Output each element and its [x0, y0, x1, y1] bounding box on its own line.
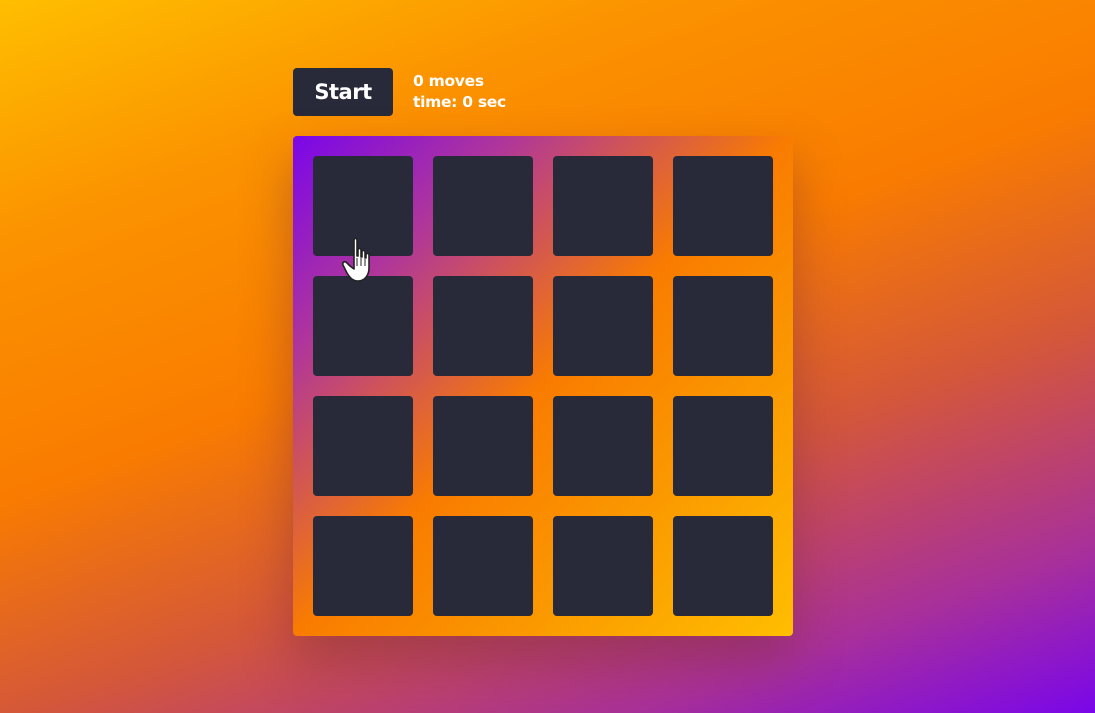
card-2[interactable] — [433, 156, 533, 256]
card-5[interactable] — [313, 276, 413, 376]
card-10[interactable] — [433, 396, 533, 496]
game-board — [293, 136, 793, 636]
moves-counter: 0 moves — [413, 71, 506, 92]
time-label: time: — [413, 93, 458, 111]
card-12[interactable] — [673, 396, 773, 496]
moves-count: 0 — [413, 72, 424, 90]
game-stats: 0 moves time: 0 sec — [413, 71, 506, 113]
time-unit: sec — [477, 93, 506, 111]
moves-label: moves — [428, 72, 484, 90]
start-button[interactable]: Start — [293, 68, 393, 116]
card-3[interactable] — [553, 156, 653, 256]
time-value: 0 — [462, 93, 473, 111]
card-13[interactable] — [313, 516, 413, 616]
card-14[interactable] — [433, 516, 533, 616]
card-7[interactable] — [553, 276, 653, 376]
card-8[interactable] — [673, 276, 773, 376]
card-6[interactable] — [433, 276, 533, 376]
card-16[interactable] — [673, 516, 773, 616]
card-1[interactable] — [313, 156, 413, 256]
card-15[interactable] — [553, 516, 653, 616]
card-9[interactable] — [313, 396, 413, 496]
card-4[interactable] — [673, 156, 773, 256]
card-11[interactable] — [553, 396, 653, 496]
time-display: time: 0 sec — [413, 92, 506, 113]
game-controls: Start 0 moves time: 0 sec — [293, 68, 506, 116]
